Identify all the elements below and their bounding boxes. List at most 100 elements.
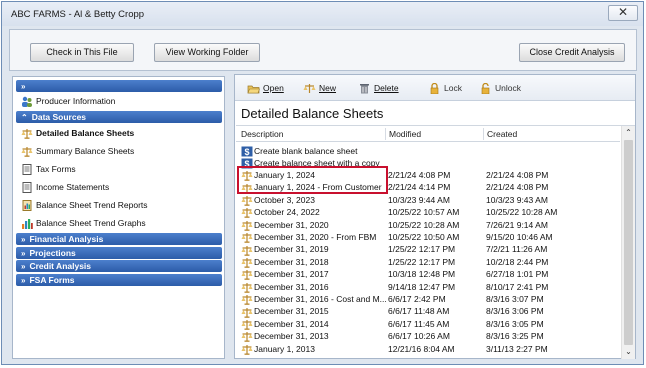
- cell-modified: 2/21/24 4:08 PM: [388, 170, 451, 180]
- balance-scale-icon: [241, 319, 253, 330]
- column-header-modified[interactable]: Modified: [385, 128, 421, 140]
- cell-modified: 9/14/18 12:47 PM: [388, 281, 456, 292]
- cell-created: 7/2/21 11:26 AM: [486, 244, 548, 255]
- unlock-label: Unlock: [495, 83, 521, 93]
- cell-description: October 3, 2023: [241, 194, 388, 206]
- description-text: December 31, 2020 - From FBM: [254, 232, 377, 242]
- cell-description: December 31, 2017: [241, 268, 388, 281]
- double-chevron-icon: »: [21, 235, 26, 244]
- balance-scale-icon: [241, 232, 253, 244]
- window-title: ABC FARMS - Al & Betty Cropp: [11, 9, 145, 20]
- balance-scale-icon: [303, 83, 316, 94]
- cell-modified: 6/6/17 11:45 AM: [388, 318, 450, 329]
- balance-scale-icon: [241, 195, 253, 206]
- cell-modified: 1/25/22 12:17 PM: [388, 256, 456, 267]
- window-close-button[interactable]: ✕: [608, 5, 638, 21]
- double-chevron-icon: »: [21, 276, 26, 285]
- close-credit-analysis-button[interactable]: Close Credit Analysis: [519, 43, 625, 62]
- cell-modified: 6/6/17 10:26 AM: [388, 331, 450, 342]
- cell-created: 8/3/16 3:06 PM: [486, 306, 544, 317]
- report-icon: [21, 200, 33, 212]
- column-header-description[interactable]: Description: [241, 129, 284, 139]
- cell-modified: 12/21/16 8:04 AM: [388, 343, 455, 354]
- lock-button[interactable]: Lock: [428, 82, 462, 95]
- double-chevron-icon: »: [21, 82, 26, 91]
- sidebar-item-detailed-balance-sheets[interactable]: Detailed Balance Sheets: [21, 127, 134, 140]
- table-row[interactable]: December 31, 2020 10/25/22 10:28 AM 7/26/2…: [236, 219, 620, 231]
- table-row[interactable]: October 3, 2023 10/3/23 9:44 AM 10/3/23 9:…: [236, 194, 620, 206]
- scroll-up-icon[interactable]: ⌃: [622, 127, 635, 139]
- cell-created: 10/3/23 9:43 AM: [486, 194, 548, 205]
- people-icon: [21, 96, 33, 108]
- description-text: December 31, 2016 - Cost and M...: [254, 294, 387, 304]
- table-row[interactable]: December 31, 2014 6/6/17 11:45 AM 8/3/16 3…: [236, 318, 620, 330]
- balance-scale-icon: [21, 146, 33, 158]
- column-header-created[interactable]: Created: [483, 128, 517, 140]
- unlock-icon: [479, 83, 492, 95]
- cell-created: 8/3/16 3:05 PM: [486, 318, 544, 329]
- sidebar-item-label: Summary Balance Sheets: [36, 146, 135, 156]
- cell-description: December 31, 2016 - Cost and M...: [241, 293, 388, 306]
- table-row[interactable]: January 1, 2013 12/21/16 8:04 AM 3/11/13 2…: [236, 343, 620, 355]
- cell-description: December 31, 2013: [241, 330, 388, 343]
- table-row[interactable]: December 31, 2020 - From FBM 10/25/22 10:…: [236, 231, 620, 244]
- sidebar-item-balance-sheet-trend-reports[interactable]: Balance Sheet Trend Reports: [21, 199, 148, 212]
- bar-graph-icon: [21, 218, 33, 230]
- table-row[interactable]: December 31, 2013 6/6/17 10:26 AM 8/3/16 3…: [236, 330, 620, 343]
- cell-created: 8/3/16 3:07 PM: [486, 294, 544, 304]
- cell-description: January 1, 2013: [241, 343, 388, 355]
- description-text: December 31, 2016: [254, 281, 329, 292]
- balance-scale-icon: [241, 307, 253, 318]
- section-label: Projections: [29, 248, 76, 258]
- view-working-folder-button[interactable]: View Working Folder: [154, 43, 260, 62]
- section-credit-analysis[interactable]: » Credit Analysis: [16, 260, 222, 272]
- section-data-sources[interactable]: ⌃ Data Sources: [16, 111, 222, 123]
- table-row[interactable]: December 31, 2018 1/25/22 12:17 PM 10/2/18…: [236, 256, 620, 268]
- section-projections[interactable]: » Projections: [16, 247, 222, 259]
- scroll-thumb[interactable]: [624, 140, 633, 345]
- cell-created: 8/10/17 2:41 PM: [486, 281, 549, 292]
- balance-scale-icon: [241, 294, 253, 306]
- description-text: October 24, 2022: [254, 207, 320, 218]
- sidebar-item-income-statements[interactable]: Income Statements: [21, 181, 109, 194]
- table-row[interactable]: December 31, 2015 6/6/17 11:48 AM 8/3/16 3…: [236, 305, 620, 318]
- section-label: Financial Analysis: [29, 234, 104, 244]
- sidebar-item-label: Tax Forms: [36, 164, 76, 174]
- description-text: October 3, 2023: [254, 194, 315, 205]
- table-row[interactable]: December 31, 2016 - Cost and M... 6/6/17 …: [236, 293, 620, 306]
- cell-created: 10/25/22 10:28 AM: [486, 207, 558, 218]
- section-fsa-forms[interactable]: » FSA Forms: [16, 274, 222, 286]
- highlight-annotation-box: [237, 166, 388, 194]
- title-bar: ABC FARMS - Al & Betty Cropp ✕: [2, 2, 643, 26]
- table-row[interactable]: October 24, 2022 10/25/22 10:57 AM 10/25/2…: [236, 206, 620, 219]
- double-chevron-icon: »: [21, 249, 26, 258]
- description-text: December 31, 2015: [254, 306, 329, 317]
- open-button[interactable]: Open: [247, 82, 284, 95]
- scroll-down-icon[interactable]: ⌄: [622, 346, 635, 358]
- balance-scale-icon: [241, 331, 253, 343]
- lock-icon: [428, 83, 441, 95]
- sidebar-item-label: Producer Information: [36, 96, 116, 106]
- sidebar-item-producer-information[interactable]: Producer Information: [21, 95, 115, 108]
- sidebar-item-balance-sheet-trend-graphs[interactable]: Balance Sheet Trend Graphs: [21, 217, 146, 230]
- table-row[interactable]: December 31, 2017 10/3/18 12:48 PM 6/27/18…: [236, 268, 620, 281]
- table-row[interactable]: December 31, 2016 9/14/18 12:47 PM 8/10/17…: [236, 281, 620, 293]
- unlock-button[interactable]: Unlock: [479, 82, 521, 95]
- balance-scale-icon: [241, 344, 253, 355]
- check-in-button[interactable]: Check in This File: [30, 43, 134, 62]
- description-text: December 31, 2020: [254, 219, 329, 230]
- sidebar-collapse-bar[interactable]: »: [16, 80, 222, 92]
- sidebar-item-summary-balance-sheets[interactable]: Summary Balance Sheets: [21, 145, 134, 158]
- cell-modified: 10/3/23 9:44 AM: [388, 194, 450, 205]
- delete-button[interactable]: Delete: [358, 82, 399, 95]
- new-button[interactable]: New: [303, 82, 336, 95]
- table-row[interactable]: December 31, 2019 1/25/22 12:17 PM 7/2/21 …: [236, 243, 620, 256]
- balance-scale-icon: [241, 220, 253, 231]
- cell-modified: 1/25/22 12:17 PM: [388, 244, 456, 255]
- sidebar-item-tax-forms[interactable]: Tax Forms: [21, 163, 76, 176]
- action-row-create-blank[interactable]: $ Create blank balance sheet: [236, 145, 620, 157]
- section-financial-analysis[interactable]: » Financial Analysis: [16, 233, 222, 245]
- balance-scale-icon: [241, 257, 253, 268]
- cell-description: December 31, 2020: [241, 219, 388, 231]
- vertical-scrollbar[interactable]: ⌃ ⌄: [621, 126, 635, 359]
